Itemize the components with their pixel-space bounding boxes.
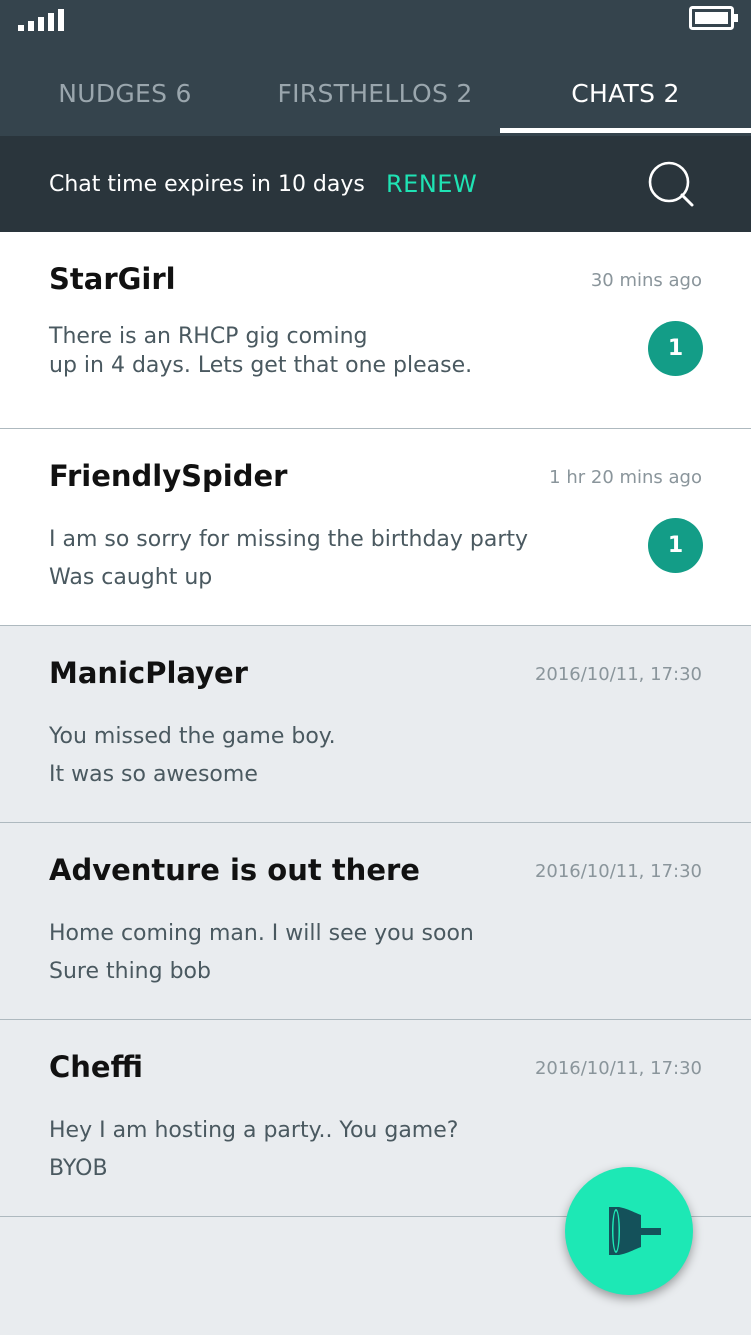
chat-preview: Home coming man. I will see you soon Sur… bbox=[49, 915, 569, 991]
signal-icon bbox=[18, 9, 64, 31]
tab-chats[interactable]: CHATS 2 bbox=[500, 50, 751, 136]
unread-badge: 1 bbox=[648, 518, 703, 573]
chat-expiry-banner: Chat time expires in 10 days RENEW bbox=[0, 136, 751, 232]
chat-preview: I am so sorry for missing the birthday p… bbox=[49, 521, 569, 597]
tab-firsthellos[interactable]: FIRSTHELLOS 2 bbox=[250, 50, 500, 136]
nudge-fab-button[interactable] bbox=[565, 1167, 693, 1295]
chat-preview-line: I am so sorry for missing the birthday p… bbox=[49, 527, 529, 552]
search-icon[interactable] bbox=[645, 160, 695, 210]
chat-row[interactable]: StarGirl 30 mins ago There is an RHCP gi… bbox=[0, 232, 751, 429]
chat-preview-line: Home coming man. I will see you soon bbox=[49, 921, 474, 946]
chat-timestamp: 1 hr 20 mins ago bbox=[549, 467, 702, 488]
chat-preview-line: You missed the game boy. bbox=[49, 724, 336, 749]
chat-row[interactable]: Adventure is out there 2016/10/11, 17:30… bbox=[0, 823, 751, 1020]
chat-name: Cheffi bbox=[49, 1050, 143, 1084]
unread-badge: 1 bbox=[648, 321, 703, 376]
chat-row[interactable]: ManicPlayer 2016/10/11, 17:30 You missed… bbox=[0, 626, 751, 823]
chat-preview-line: There is an RHCP gig coming bbox=[49, 324, 368, 349]
chat-preview-line: Sure thing bob bbox=[49, 959, 211, 984]
tab-nudges[interactable]: NUDGES 6 bbox=[0, 50, 250, 136]
chat-timestamp: 2016/10/11, 17:30 bbox=[534, 1058, 702, 1079]
chat-timestamp: 2016/10/11, 17:30 bbox=[534, 861, 702, 882]
renew-button[interactable]: RENEW bbox=[386, 136, 477, 232]
chat-preview-line: up in 4 days. Lets get that one please. bbox=[49, 353, 473, 378]
tab-bar: NUDGES 6 FIRSTHELLOS 2 CHATS 2 bbox=[0, 50, 751, 136]
chat-name: ManicPlayer bbox=[49, 656, 248, 690]
chat-preview: Hey I am hosting a party.. You game? BYO… bbox=[49, 1112, 569, 1188]
chat-preview: There is an RHCP gig coming up in 4 days… bbox=[49, 322, 569, 380]
chat-preview-line: BYOB bbox=[49, 1156, 108, 1181]
chat-name: StarGirl bbox=[49, 262, 176, 296]
megaphone-icon bbox=[609, 1207, 661, 1255]
chat-preview-line: It was so awesome bbox=[49, 762, 258, 787]
chat-row[interactable]: FriendlySpider 1 hr 20 mins ago I am so … bbox=[0, 429, 751, 626]
chat-name: Adventure is out there bbox=[49, 853, 420, 887]
chat-list: StarGirl 30 mins ago There is an RHCP gi… bbox=[0, 232, 751, 1217]
expiry-text: Chat time expires in 10 days bbox=[49, 171, 365, 197]
chat-preview-line: Hey I am hosting a party.. You game? bbox=[49, 1118, 459, 1143]
status-bar bbox=[0, 0, 751, 50]
active-tab-indicator bbox=[500, 128, 751, 133]
chat-name: FriendlySpider bbox=[49, 459, 288, 493]
battery-icon bbox=[689, 6, 738, 30]
chat-preview: You missed the game boy. It was so aweso… bbox=[49, 718, 569, 794]
chat-timestamp: 30 mins ago bbox=[590, 270, 702, 291]
chat-preview-line: Was caught up bbox=[49, 565, 213, 590]
chat-timestamp: 2016/10/11, 17:30 bbox=[534, 664, 702, 685]
